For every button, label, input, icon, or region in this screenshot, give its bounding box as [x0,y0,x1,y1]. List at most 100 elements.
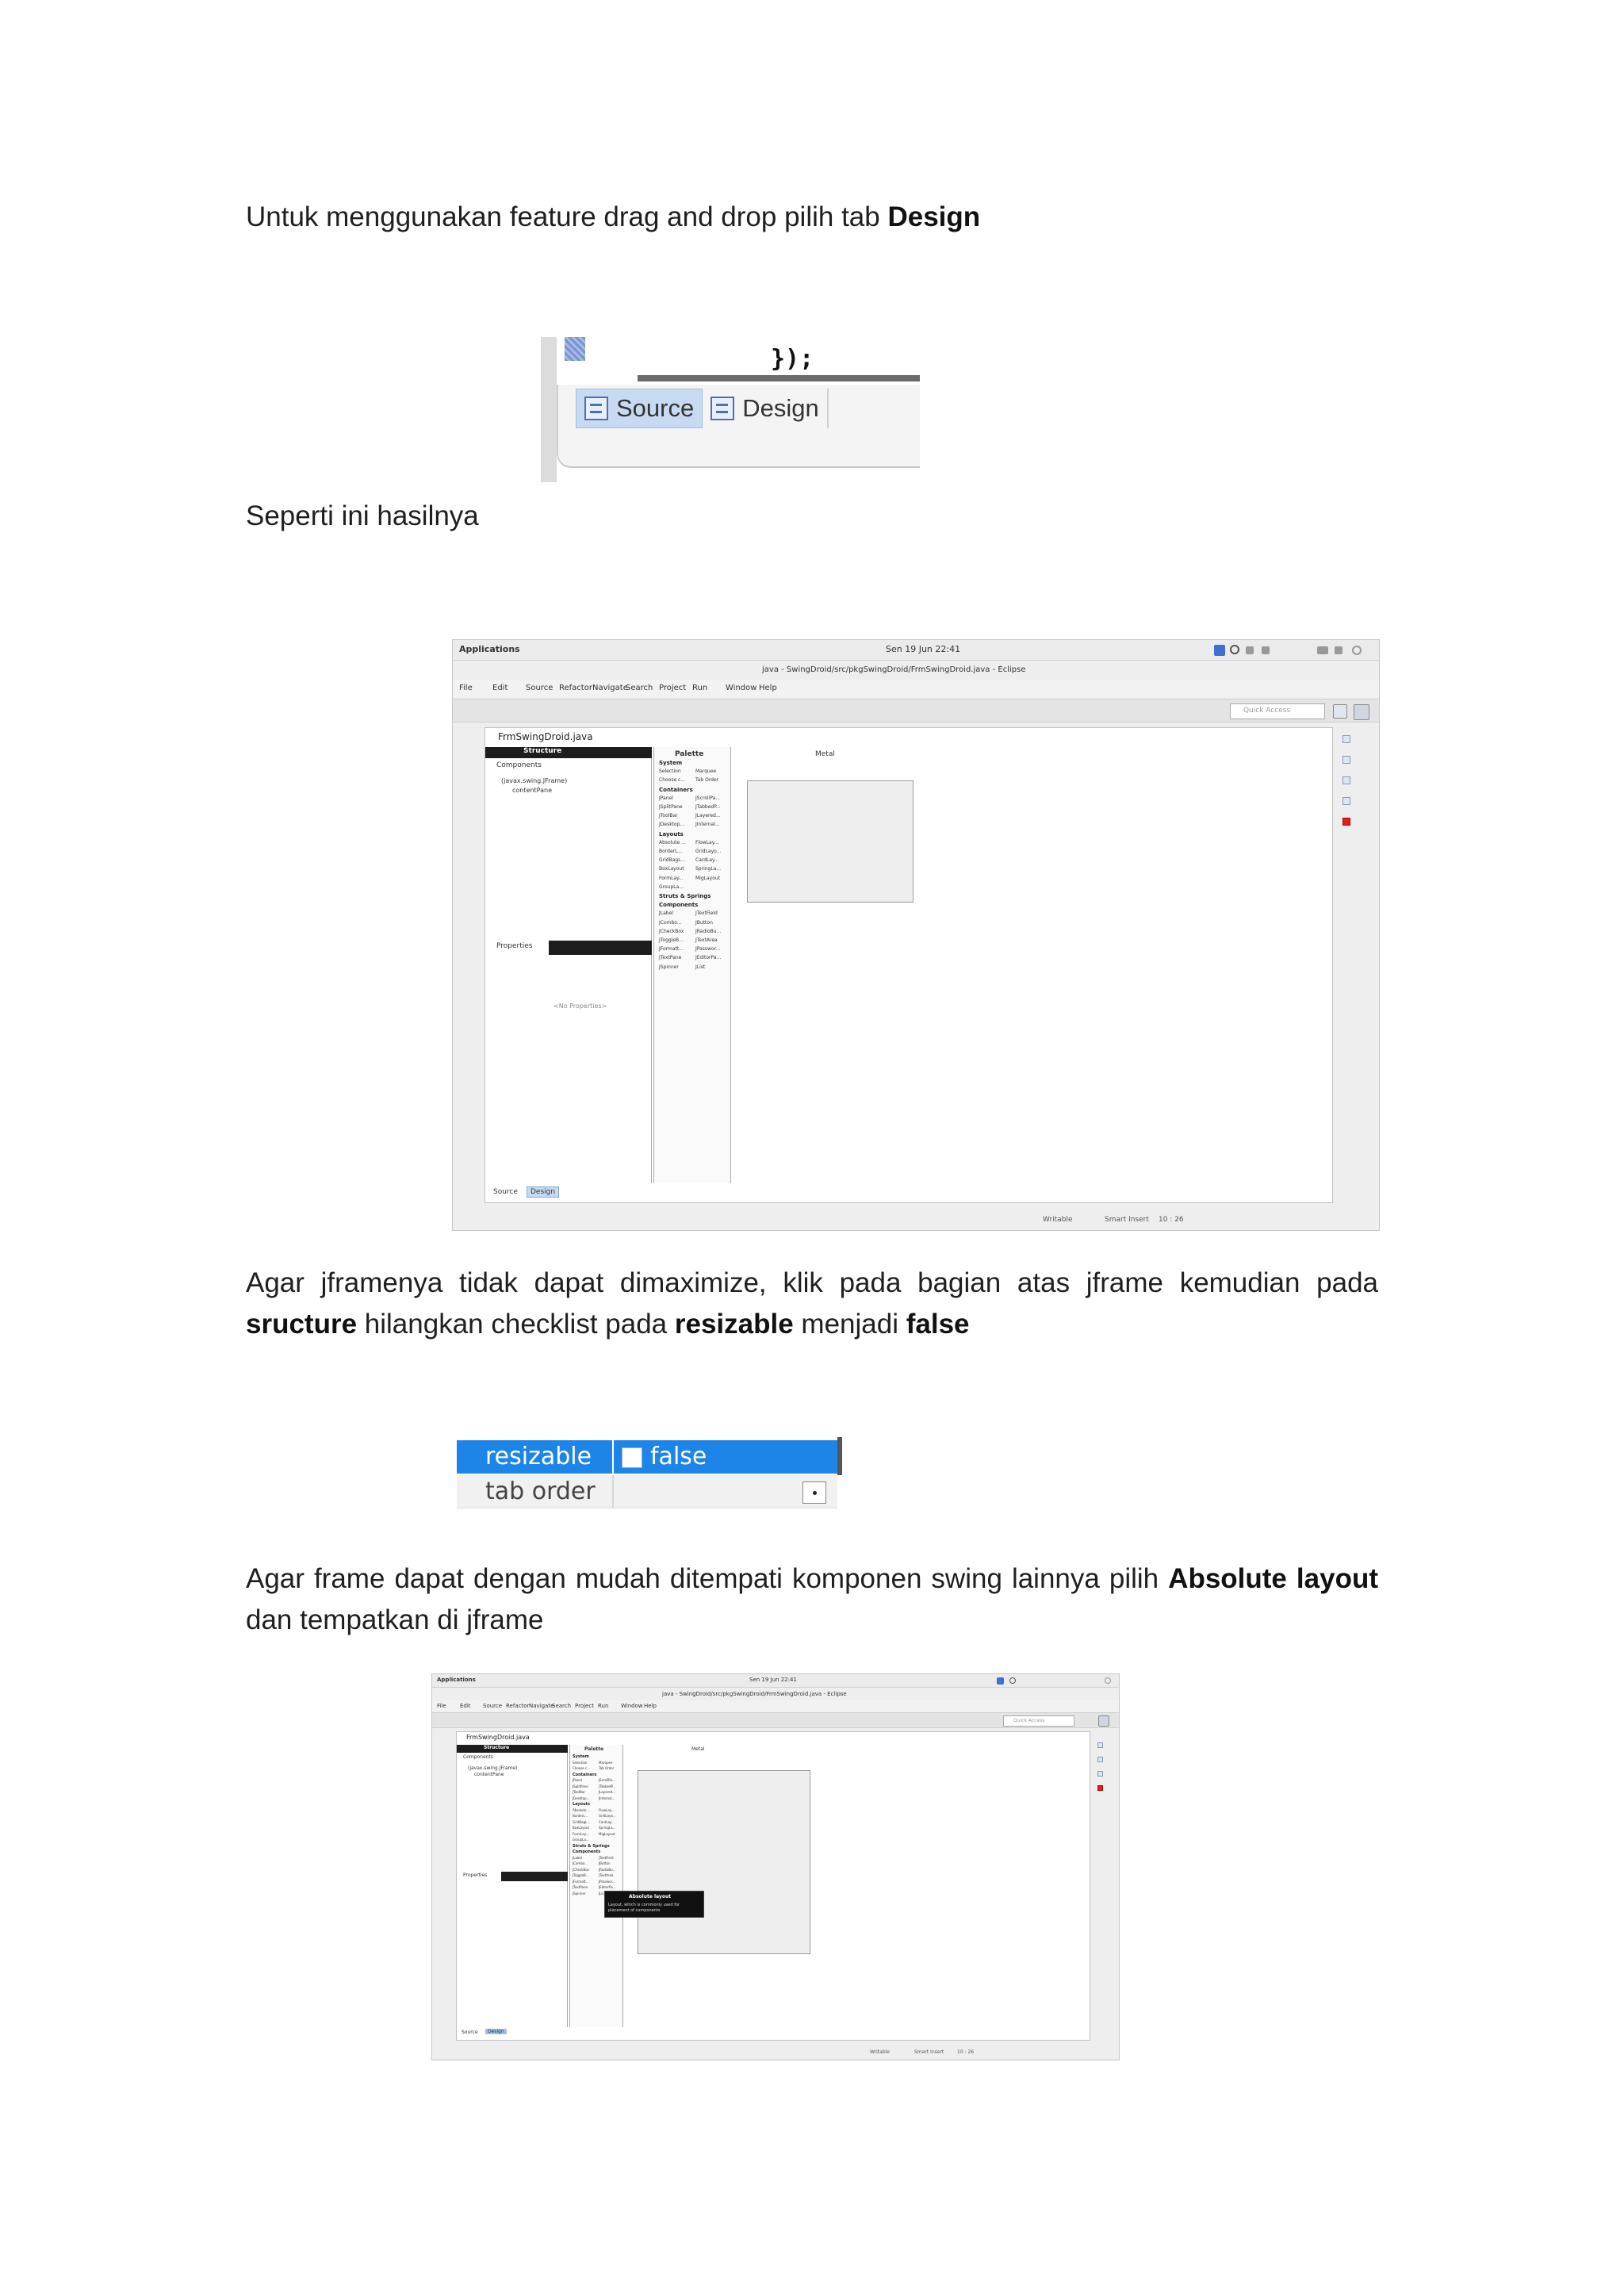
problems-icon[interactable] [1342,797,1350,805]
search-icon[interactable] [1230,645,1239,654]
palette-item[interactable]: BorderL... [573,1814,588,1818]
menu-search[interactable]: Search [626,684,653,692]
palette-item[interactable]: GridLayo... [599,1814,616,1818]
palette-item[interactable]: JScrollPa... [599,1778,615,1782]
palette-group-layouts[interactable]: Layouts [573,1802,590,1807]
palette-item[interactable]: Selection [659,769,681,774]
quick-access-input[interactable]: Quick Access [1003,1715,1074,1727]
error-indicator-icon[interactable] [1097,1785,1103,1791]
palette-item[interactable]: JToggleB... [573,1873,589,1877]
palette-item[interactable]: JPasswor... [695,946,720,952]
tab-source[interactable]: Source [576,389,703,428]
java-perspective-icon[interactable] [1098,1715,1109,1727]
notification-icon[interactable] [1214,645,1225,656]
menu-project[interactable]: Project [575,1703,594,1709]
palette-group-struts-springs[interactable]: Struts & Springs [573,1844,610,1849]
palette-item[interactable]: CardLay... [599,1820,615,1824]
power-icon[interactable] [1352,646,1362,655]
menu-file[interactable]: File [459,684,473,692]
palette-item[interactable]: Choose c... [659,777,685,783]
search-icon[interactable] [1009,1677,1016,1684]
palette-item[interactable]: JSpinner [573,1892,586,1895]
palette-item[interactable]: JToolBar [659,813,678,818]
palette-item[interactable]: Absolute ... [573,1808,591,1812]
palette-item[interactable]: GridBagL... [573,1820,590,1824]
menu-help[interactable]: Help [759,684,777,692]
bottom-tab-source[interactable]: Source [493,1188,518,1196]
palette-item[interactable]: Absolute ... [659,840,686,845]
palette-item[interactable]: JLayered... [599,1790,615,1794]
palette-item[interactable]: Selection [573,1761,587,1765]
palette-item[interactable]: JTextArea [599,1873,613,1877]
palette-group-containers[interactable]: Containers [659,787,693,793]
palette-item[interactable]: JRadioBu... [599,1868,616,1872]
palette-item[interactable]: JLayered... [695,813,721,818]
network-icon[interactable] [1262,646,1270,654]
palette-item[interactable]: JCombo... [659,920,682,926]
palette-item[interactable]: JToggleB... [659,937,684,943]
menu-edit[interactable]: Edit [492,684,508,692]
look-and-feel-selector[interactable]: Metal [815,750,835,758]
palette-group-system[interactable]: System [573,1754,589,1759]
jframe-preview[interactable] [747,780,914,903]
palette-item[interactable]: SpringLa... [695,866,721,872]
resizable-checkbox[interactable] [622,1447,642,1468]
menu-source[interactable]: Source [483,1703,502,1709]
menu-window[interactable]: Window [621,1703,643,1709]
palette-item[interactable]: JCheckBox [659,929,684,934]
palette-item[interactable]: Choose c... [573,1766,590,1770]
menu-file[interactable]: File [437,1703,446,1709]
tab-order-edit-button[interactable] [802,1481,826,1504]
menu-run[interactable]: Run [598,1703,608,1709]
palette-item[interactable]: JDesktop... [659,822,684,827]
menu-refactor[interactable]: Refactor [559,684,592,692]
tree-contentpane[interactable]: contentPane [474,1772,504,1777]
palette-item[interactable]: JTextField [695,910,718,916]
palette-item[interactable]: JInternal... [599,1796,615,1800]
applications-menu[interactable]: Applications [459,644,520,654]
palette-group-containers[interactable]: Containers [573,1773,597,1777]
palette-item[interactable]: JTextPane [573,1885,588,1889]
user-icon[interactable] [1335,646,1342,654]
outline-icon[interactable] [1342,735,1350,743]
palette-item[interactable]: GroupLa... [573,1838,589,1842]
palette-item[interactable]: JToolBar [573,1790,585,1794]
menu-navigate[interactable]: Navigate [529,1703,553,1709]
menu-refactor[interactable]: Refactor [506,1703,529,1709]
palette-item[interactable]: JDesktop... [573,1796,590,1800]
palette-item[interactable]: FormLay... [659,876,684,881]
palette-group-struts-springs[interactable]: Struts & Springs [659,893,710,899]
palette-group-system[interactable]: System [659,760,682,766]
tree-contentpane[interactable]: contentPane [512,787,552,794]
battery-icon[interactable] [1317,646,1328,654]
palette-item[interactable]: JTabbedP... [695,804,721,810]
editor-tab-frmswingdroid[interactable]: FrmSwingDroid.java [492,730,599,744]
palette-item[interactable]: JFormatt... [573,1880,589,1884]
palette-group-components[interactable]: Components [573,1849,600,1854]
palette-item[interactable]: BoxLayout [573,1826,589,1830]
power-icon[interactable] [1105,1677,1111,1684]
palette-item[interactable]: JRadioBu... [695,929,721,934]
outline-icon[interactable] [1097,1742,1103,1748]
horizontal-scrollbar[interactable] [638,375,920,381]
palette-item[interactable]: SpringLa... [599,1826,615,1830]
palette-item[interactable]: JTextArea [695,937,718,943]
bottom-tab-source[interactable]: Source [462,2030,478,2035]
menu-source[interactable]: Source [526,684,553,692]
task-icon[interactable] [1342,756,1350,764]
property-row-resizable[interactable]: resizable false [457,1440,837,1474]
palette-item[interactable]: JSplitPane [573,1784,588,1788]
jframe-preview[interactable] [638,1770,810,1954]
menu-edit[interactable]: Edit [460,1703,471,1709]
palette-item[interactable]: Marquee [599,1761,612,1765]
look-and-feel-selector[interactable]: Metal [691,1746,705,1752]
console-icon[interactable] [1342,776,1350,784]
palette-item[interactable]: JPanel [573,1778,582,1782]
palette-item[interactable]: JPasswor... [599,1880,615,1884]
tab-design[interactable]: Design [703,389,829,428]
palette-item[interactable]: JEditorPa... [695,955,721,960]
palette-item[interactable]: JCheckBox [573,1868,589,1872]
perspective-icon[interactable] [1333,704,1347,719]
palette-item[interactable]: JEditorPa... [599,1885,616,1889]
task-icon[interactable] [1097,1757,1103,1762]
